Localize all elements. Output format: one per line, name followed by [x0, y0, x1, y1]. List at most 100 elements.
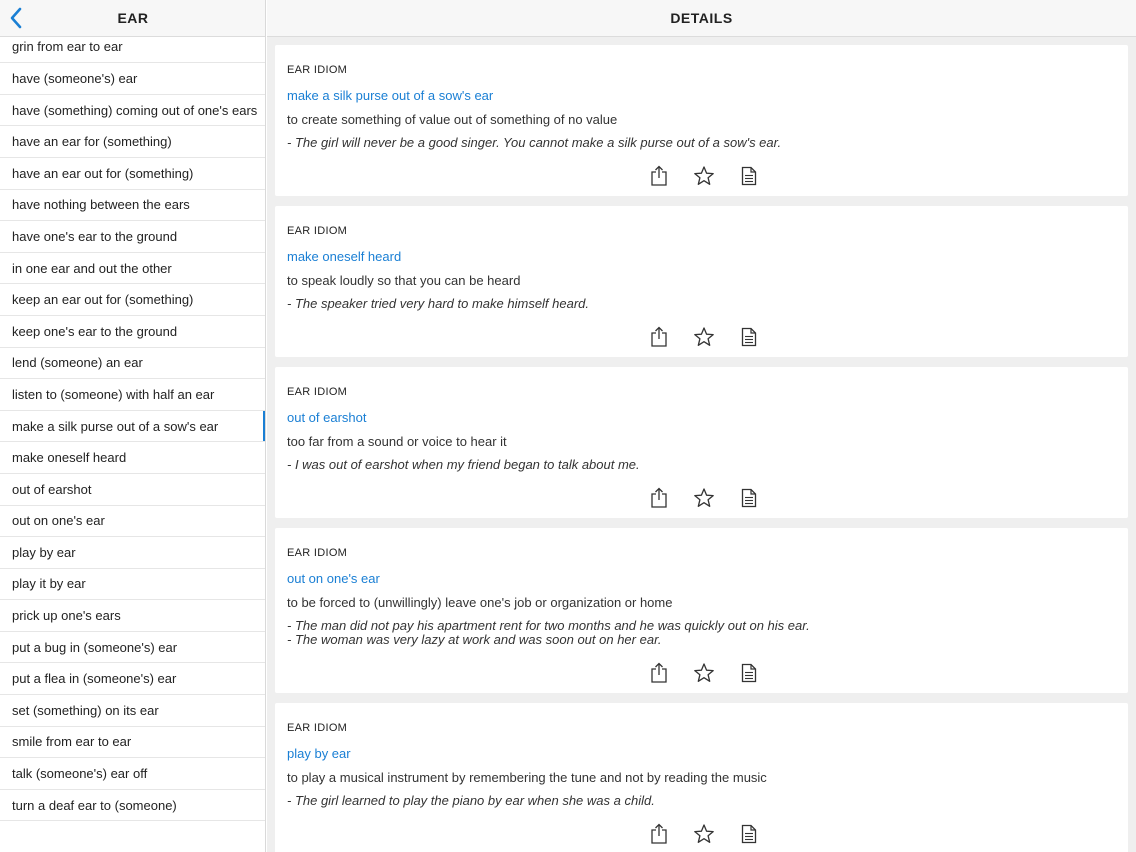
list-item[interactable]: play it by ear	[0, 569, 265, 601]
note-button[interactable]	[737, 822, 761, 846]
card-example: - The girl learned to play the piano by …	[287, 793, 655, 808]
share-icon	[650, 326, 668, 348]
star-icon	[693, 487, 715, 509]
document-icon	[741, 824, 757, 844]
card-idiom-title[interactable]: play by ear	[287, 746, 1116, 762]
note-button[interactable]	[737, 325, 761, 349]
favorite-button[interactable]	[692, 325, 716, 349]
share-icon	[650, 165, 668, 187]
share-button[interactable]	[647, 661, 671, 685]
list-item[interactable]: out on one's ear	[0, 506, 265, 538]
idiom-list[interactable]: grin from ear to ear have (someone's) ear…	[0, 15, 265, 822]
list-item[interactable]: keep an ear out for (something)	[0, 284, 265, 316]
details-header: DETAILS	[267, 0, 1136, 37]
card-examples: - The speaker tried very hard to make hi…	[287, 297, 1116, 311]
star-icon	[693, 165, 715, 187]
list-item[interactable]: talk (someone's) ear off	[0, 758, 265, 790]
card-examples: - The girl will never be a good singer. …	[287, 136, 1116, 150]
chevron-left-icon	[10, 7, 22, 29]
card-examples: - The girl learned to play the piano by …	[287, 794, 1116, 808]
list-item[interactable]: have (someone's) ear	[0, 63, 265, 95]
idiom-card: EAR IDIOM out on one's ear to be forced …	[275, 528, 1128, 693]
note-button[interactable]	[737, 661, 761, 685]
list-item[interactable]: turn a deaf ear to (someone)	[0, 790, 265, 822]
favorite-button[interactable]	[692, 164, 716, 188]
list-item[interactable]: have one's ear to the ground	[0, 221, 265, 253]
idiom-list-panel: grin from ear to ear have (someone's) ear…	[0, 0, 266, 852]
list-item[interactable]: put a bug in (someone's) ear	[0, 632, 265, 664]
list-item[interactable]: listen to (someone) with half an ear	[0, 379, 265, 411]
card-example: - The speaker tried very hard to make hi…	[287, 296, 590, 311]
list-item[interactable]: have an ear for (something)	[0, 126, 265, 158]
star-icon	[693, 662, 715, 684]
card-example: - The woman was very lazy at work and wa…	[287, 632, 662, 647]
card-idiom-title[interactable]: out of earshot	[287, 410, 1116, 426]
card-tag: EAR IDIOM	[287, 225, 348, 237]
share-icon	[650, 662, 668, 684]
list-item[interactable]: prick up one's ears	[0, 600, 265, 632]
card-idiom-title[interactable]: make a silk purse out of a sow's ear	[287, 88, 1116, 104]
list-header: EAR	[0, 0, 265, 37]
share-button[interactable]	[647, 164, 671, 188]
back-button[interactable]	[4, 6, 28, 30]
star-icon	[693, 823, 715, 845]
list-item[interactable]: in one ear and out the other	[0, 253, 265, 285]
list-item[interactable]: set (something) on its ear	[0, 695, 265, 727]
share-icon	[650, 823, 668, 845]
card-definition: to speak loudly so that you can be heard	[287, 273, 521, 288]
favorite-button[interactable]	[692, 486, 716, 510]
note-button[interactable]	[737, 164, 761, 188]
list-title: EAR	[117, 10, 149, 26]
card-definition: to create something of value out of some…	[287, 112, 618, 127]
document-icon	[741, 166, 757, 186]
share-button[interactable]	[647, 822, 671, 846]
card-tag: EAR IDIOM	[287, 547, 348, 559]
idiom-card: EAR IDIOM make a silk purse out of a sow…	[275, 45, 1128, 196]
details-cards: EAR IDIOM make a silk purse out of a sow…	[275, 45, 1128, 852]
idiom-card: EAR IDIOM play by ear to play a musical …	[275, 703, 1128, 852]
list-item[interactable]: put a flea in (someone's) ear	[0, 663, 265, 696]
share-button[interactable]	[647, 486, 671, 510]
list-item[interactable]: play by ear	[0, 537, 265, 569]
list-item[interactable]: smile from ear to ear	[0, 727, 265, 759]
card-examples: - I was out of earshot when my friend be…	[287, 458, 1116, 472]
card-actions	[287, 814, 1116, 852]
idiom-card: EAR IDIOM make oneself heard to speak lo…	[275, 206, 1128, 357]
card-examples: - The man did not pay his apartment rent…	[287, 619, 1116, 647]
idiom-card: EAR IDIOM out of earshot too far from a …	[275, 367, 1128, 518]
share-icon	[650, 487, 668, 509]
share-button[interactable]	[647, 325, 671, 349]
card-actions	[287, 317, 1116, 357]
card-actions	[287, 653, 1116, 693]
list-item[interactable]: have nothing between the ears	[0, 190, 265, 222]
card-example: - The man did not pay his apartment rent…	[287, 618, 810, 633]
document-icon	[741, 663, 757, 683]
card-tag: EAR IDIOM	[287, 722, 348, 734]
list-item[interactable]: keep one's ear to the ground	[0, 316, 265, 348]
card-actions	[287, 478, 1116, 518]
card-idiom-title[interactable]: out on one's ear	[287, 571, 1116, 587]
list-item[interactable]: have an ear out for (something)	[0, 158, 265, 190]
favorite-button[interactable]	[692, 661, 716, 685]
details-panel: DETAILS EAR IDIOM make a silk purse out …	[267, 0, 1136, 852]
card-actions	[287, 156, 1116, 196]
list-item[interactable]: out of earshot	[0, 474, 265, 506]
card-tag: EAR IDIOM	[287, 64, 348, 76]
card-example: - The girl will never be a good singer. …	[287, 135, 782, 150]
card-example: - I was out of earshot when my friend be…	[287, 457, 640, 472]
document-icon	[741, 327, 757, 347]
note-button[interactable]	[737, 486, 761, 510]
details-title: DETAILS	[670, 10, 733, 26]
card-definition: to play a musical instrument by remember…	[287, 770, 767, 785]
card-tag: EAR IDIOM	[287, 386, 348, 398]
list-item[interactable]: lend (someone) an ear	[0, 348, 265, 380]
list-item[interactable]: make a silk purse out of a sow's ear	[0, 410, 265, 443]
star-icon	[693, 326, 715, 348]
favorite-button[interactable]	[692, 822, 716, 846]
list-item[interactable]: have (something) coming out of one's ear…	[0, 95, 265, 127]
card-definition: to be forced to (unwillingly) leave one'…	[287, 595, 673, 610]
card-idiom-title[interactable]: make oneself heard	[287, 249, 1116, 265]
card-definition: too far from a sound or voice to hear it	[287, 434, 507, 449]
document-icon	[741, 488, 757, 508]
list-item[interactable]: make oneself heard	[0, 442, 265, 474]
